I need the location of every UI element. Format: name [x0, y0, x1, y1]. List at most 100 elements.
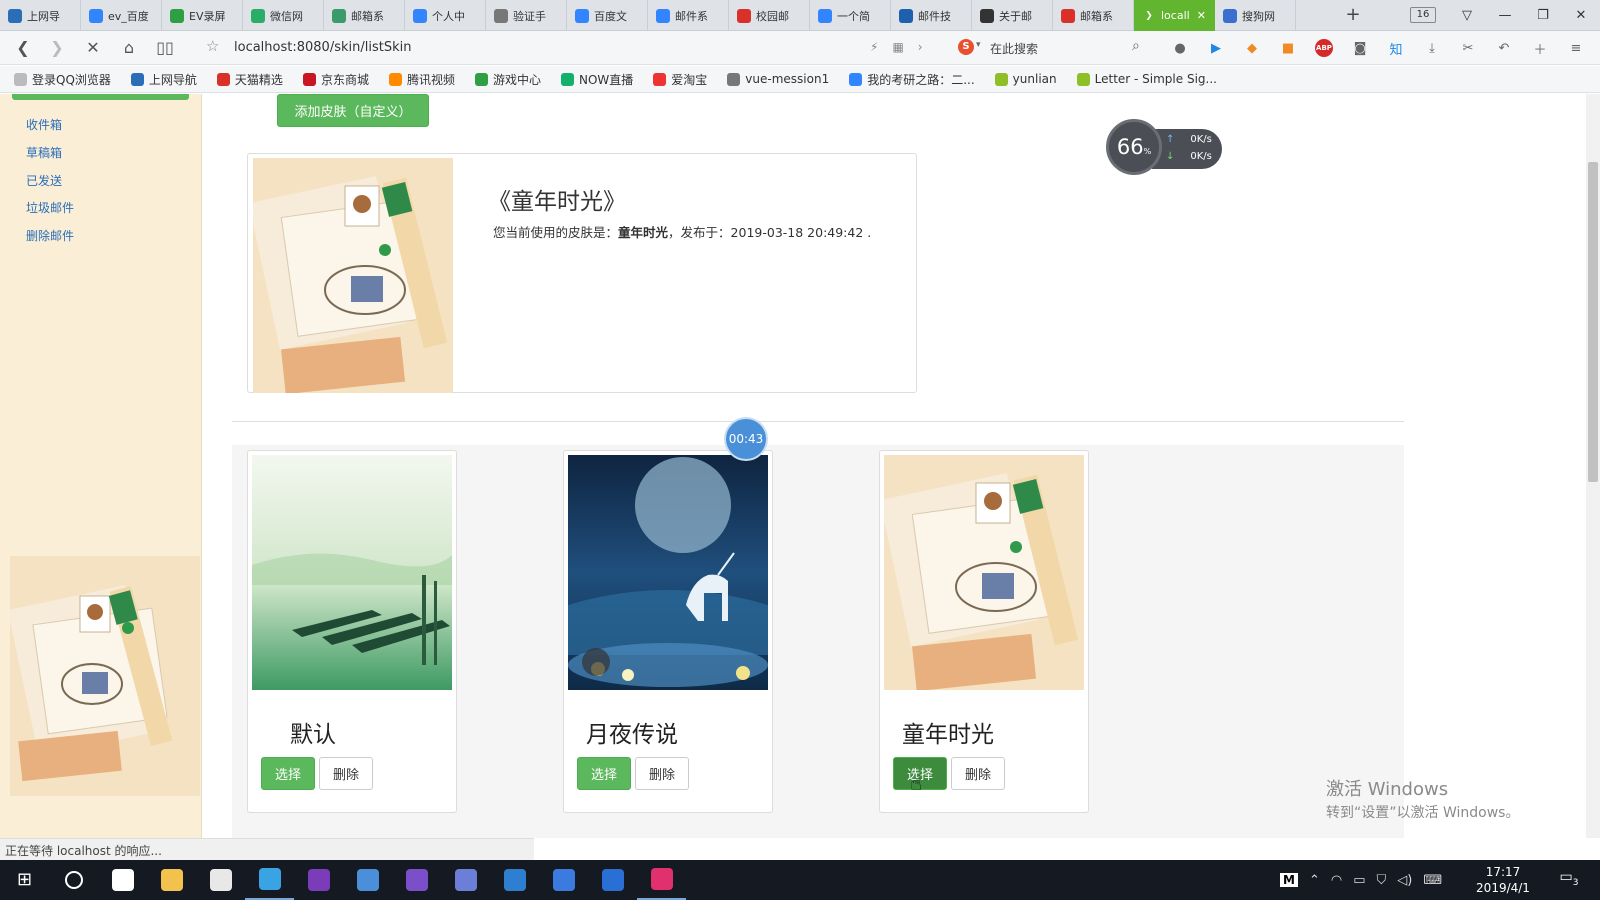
- taskbar-app[interactable]: [637, 860, 686, 900]
- reader-mode-icon[interactable]: ▯▯: [154, 37, 176, 59]
- sogou-search-icon[interactable]: S: [958, 39, 974, 55]
- taskbar-app[interactable]: ⊞: [0, 860, 49, 900]
- stop-loading-button[interactable]: ✕: [82, 37, 104, 59]
- delete-skin-button[interactable]: 删除: [951, 757, 1005, 790]
- sidebar-link-sent[interactable]: 已发送: [26, 172, 62, 189]
- taskbar-app[interactable]: [539, 860, 588, 900]
- skin-thumbnail-default[interactable]: [252, 455, 452, 690]
- address-input[interactable]: localhost:8080/skin/listSkin: [234, 40, 411, 55]
- browser-tab[interactable]: 微信网: [243, 0, 324, 31]
- close-window-button[interactable]: ✕: [1562, 0, 1600, 31]
- browser-tab[interactable]: 一个简: [810, 0, 891, 31]
- lightning-icon[interactable]: ⚡: [870, 40, 878, 54]
- taskbar-app[interactable]: [490, 860, 539, 900]
- bookmark-item[interactable]: 上网导航: [130, 71, 197, 88]
- skin-thumbnail-moon-night[interactable]: [568, 455, 768, 690]
- close-tab-icon[interactable]: ✕: [1197, 9, 1206, 22]
- chevron-up-icon[interactable]: ⌃: [1309, 873, 1320, 888]
- security-icon[interactable]: ⛉: [1377, 873, 1387, 888]
- sidebar-link-spam[interactable]: 垃圾邮件: [26, 199, 74, 216]
- skin-thumbnail-childhood[interactable]: [884, 455, 1084, 690]
- menu-icon[interactable]: ≡: [1564, 37, 1588, 59]
- browser-tab[interactable]: 关于邮: [972, 0, 1053, 31]
- restore-button[interactable]: ❐: [1524, 0, 1562, 31]
- scrollbar-thumb[interactable]: [1588, 162, 1598, 482]
- sidebar-link-inbox[interactable]: 收件箱: [26, 116, 62, 133]
- browser-tab[interactable]: 上网导: [0, 0, 81, 31]
- delete-skin-button[interactable]: 删除: [635, 757, 689, 790]
- forward-button[interactable]: ❯: [46, 37, 68, 59]
- scissors-icon[interactable]: ✂: [1456, 37, 1480, 59]
- browser-tab[interactable]: 邮箱系: [1053, 0, 1134, 31]
- network-icon[interactable]: ◠: [1331, 873, 1342, 888]
- browser-tab[interactable]: ev_百度: [81, 0, 162, 31]
- download-icon[interactable]: ⤓: [1420, 37, 1444, 59]
- network-speed-widget[interactable]: ↑ 0K/s ↓ 0K/s 66%: [1106, 119, 1226, 175]
- sidebar-link-drafts[interactable]: 草稿箱: [26, 144, 62, 161]
- browser-tab[interactable]: 校园邮: [729, 0, 810, 31]
- bookmark-item[interactable]: 天猫精选: [216, 71, 283, 88]
- select-skin-button[interactable]: 选择: [261, 757, 315, 790]
- bookmark-item[interactable]: 腾讯视频: [388, 71, 455, 88]
- notification-center-icon[interactable]: ▭3: [1556, 869, 1582, 891]
- input-method-icon[interactable]: M: [1280, 873, 1298, 887]
- bookmark-item[interactable]: 京东商城: [302, 71, 369, 88]
- sidebar-link-deleted[interactable]: 删除邮件: [26, 227, 74, 244]
- taskbar-app[interactable]: [49, 860, 98, 900]
- browser-tab[interactable]: 邮件技: [891, 0, 972, 31]
- search-box[interactable]: S ▾ 在此搜索 ⌕: [956, 36, 1146, 60]
- taskbar-app[interactable]: [294, 860, 343, 900]
- adblock-icon[interactable]: ABP: [1312, 37, 1336, 59]
- video-camera-icon[interactable]: ■: [1276, 37, 1300, 59]
- play-video-icon[interactable]: ▶: [1204, 37, 1228, 59]
- bookmark-item[interactable]: Letter - Simple Sig...: [1076, 72, 1217, 86]
- qr-code-icon[interactable]: ▦: [892, 40, 903, 54]
- browser-tab[interactable]: EV录屏: [162, 0, 243, 31]
- plus-icon[interactable]: ＋: [1528, 37, 1552, 59]
- bookmark-item[interactable]: vue-mession1: [727, 72, 829, 86]
- bookmark-item[interactable]: 游戏中心: [474, 71, 541, 88]
- taskbar-app[interactable]: [98, 860, 147, 900]
- vertical-scrollbar[interactable]: [1586, 94, 1600, 838]
- keyboard-icon[interactable]: ⌨: [1423, 873, 1442, 888]
- tips-bulb-icon[interactable]: ●: [1168, 37, 1192, 59]
- skin-menu-icon[interactable]: ▽: [1448, 0, 1486, 31]
- home-icon[interactable]: ⌂: [118, 37, 140, 59]
- recording-timer-badge[interactable]: 00:43: [724, 417, 768, 461]
- zhihu-icon[interactable]: 知: [1384, 37, 1408, 59]
- taskbar-app[interactable]: [441, 860, 490, 900]
- screenshot-camera-icon[interactable]: ◙: [1348, 37, 1372, 59]
- new-tab-button[interactable]: +: [1343, 5, 1363, 25]
- browser-tab[interactable]: 百度文: [567, 0, 648, 31]
- bookmark-item[interactable]: NOW直播: [560, 71, 633, 88]
- taskbar-app[interactable]: [196, 860, 245, 900]
- battery-icon[interactable]: ▭: [1353, 873, 1365, 888]
- bookmark-item[interactable]: yunlian: [994, 72, 1057, 86]
- taskbar-app[interactable]: [343, 860, 392, 900]
- add-custom-skin-button[interactable]: 添加皮肤（自定义）: [277, 94, 429, 127]
- select-skin-button[interactable]: 选择: [577, 757, 631, 790]
- taskbar-app[interactable]: [245, 860, 294, 900]
- delete-skin-button[interactable]: 删除: [319, 757, 373, 790]
- gamepad-icon[interactable]: ◆: [1240, 37, 1264, 59]
- sidebar-active-button[interactable]: [12, 94, 189, 100]
- browser-tab[interactable]: ❯ locall ✕: [1134, 0, 1215, 31]
- browser-tab[interactable]: 搜狗网: [1215, 0, 1296, 31]
- undo-icon[interactable]: ↶: [1492, 37, 1516, 59]
- back-button[interactable]: ❮: [12, 37, 34, 59]
- browser-tab[interactable]: 邮件系: [648, 0, 729, 31]
- search-input[interactable]: 在此搜索: [990, 40, 1038, 57]
- search-icon[interactable]: ⌕: [1132, 38, 1140, 54]
- bookmark-item[interactable]: 爱淘宝: [653, 71, 707, 88]
- bookmark-item[interactable]: 登录QQ浏览器: [14, 71, 111, 88]
- bookmark-item[interactable]: 我的考研之路：二...: [849, 71, 975, 88]
- taskbar-app[interactable]: [588, 860, 637, 900]
- taskbar-app[interactable]: [392, 860, 441, 900]
- system-clock[interactable]: 17:17 2019/4/1: [1468, 864, 1538, 896]
- browser-tab[interactable]: 个人中: [405, 0, 486, 31]
- browser-tab[interactable]: 邮箱系: [324, 0, 405, 31]
- volume-icon[interactable]: ◁): [1397, 873, 1412, 888]
- taskbar-app[interactable]: [147, 860, 196, 900]
- tab-count-badge[interactable]: 16: [1410, 7, 1436, 23]
- minimize-button[interactable]: —: [1486, 0, 1524, 31]
